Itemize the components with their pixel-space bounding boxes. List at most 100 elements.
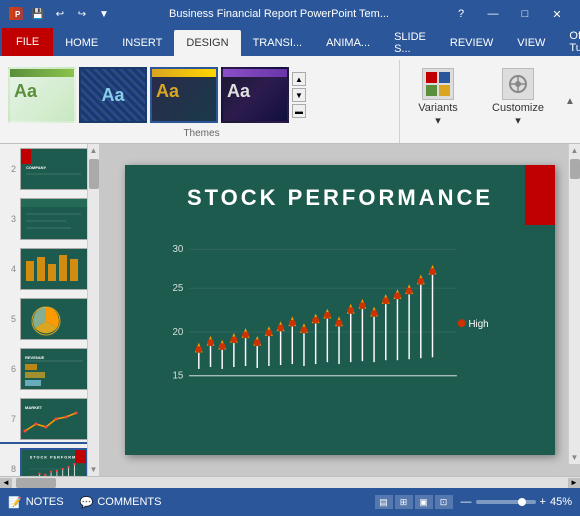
canvas-scroll-up[interactable]: ▲ (569, 144, 580, 157)
theme-3-selected[interactable]: Aa (150, 67, 218, 123)
hscroll-right[interactable]: ► (568, 478, 580, 488)
slide-item-4[interactable]: 4 (0, 244, 87, 294)
themes-row: Aa Aa Aa Aa ▲ ▼ ▬ (8, 62, 395, 128)
variants-label: Variants (418, 102, 458, 114)
slide-panel-inner: 2 COMPANY 3 (0, 144, 99, 476)
svg-text:15: 15 (173, 371, 184, 382)
undo-icon[interactable]: ↩ (52, 6, 68, 22)
help-button[interactable]: ? (446, 0, 476, 28)
title-bar: P 💾 ↩ ↪ ▼ Business Financial Report Powe… (0, 0, 580, 28)
slide-list: 2 COMPANY 3 (0, 144, 87, 476)
slide-thumb-2[interactable]: COMPANY (20, 148, 87, 190)
notes-icon: 📝 (8, 496, 22, 509)
title-bar-left: P 💾 ↩ ↪ ▼ (8, 6, 112, 22)
zoom-level: 45% (550, 496, 572, 508)
comments-icon: 💬 (80, 496, 94, 509)
status-bar: 📝 NOTES 💬 COMMENTS ▤ ⊞ ▣ ⊡ — + 45% (0, 488, 580, 516)
view-normal[interactable]: ▤ (375, 495, 393, 509)
comments-button[interactable]: 💬 COMMENTS (80, 496, 162, 509)
notes-label: NOTES (26, 496, 64, 508)
tab-home[interactable]: HOME (53, 30, 110, 56)
tab-office[interactable]: Office Tut... (557, 29, 580, 55)
zoom-slider-thumb (518, 498, 526, 506)
zoom-plus[interactable]: + (540, 496, 546, 508)
tab-transi[interactable]: TRANSI... (241, 30, 315, 56)
svg-text:P: P (15, 10, 21, 19)
variants-button[interactable]: Variants ▾ (408, 64, 468, 131)
slide-thumb-6[interactable]: REVENUE (20, 348, 87, 390)
status-right: ▤ ⊞ ▣ ⊡ — + 45% (375, 495, 572, 509)
horizontal-scrollbar[interactable]: ◄ ► (0, 476, 580, 488)
slide-item-8[interactable]: 8 STOCK PERFORMANCE (0, 444, 87, 476)
tab-insert[interactable]: INSERT (110, 30, 174, 56)
tab-review[interactable]: REVIEW (438, 30, 505, 56)
variants-icon (422, 68, 454, 100)
customize-button[interactable]: Customize ▾ (484, 64, 552, 131)
svg-text:30: 30 (173, 244, 184, 255)
slide-thumb-8[interactable]: STOCK PERFORMANCE (20, 448, 87, 476)
svg-text:COMPANY: COMPANY (26, 165, 46, 170)
notes-button[interactable]: 📝 NOTES (8, 496, 64, 509)
slide-panel: 2 COMPANY 3 (0, 144, 100, 476)
theme-scroll: ▲ ▼ ▬ (292, 72, 306, 118)
powerpoint-icon: P (8, 6, 24, 22)
theme-scroll-more[interactable]: ▬ (292, 104, 306, 118)
customize-icon[interactable]: ▼ (96, 6, 112, 22)
theme-scroll-down[interactable]: ▼ (292, 88, 306, 102)
variants-group: Variants ▾ (400, 60, 476, 143)
view-slideshow[interactable]: ⊡ (435, 495, 453, 509)
svg-text:REVENUE: REVENUE (25, 355, 45, 360)
close-button[interactable]: ✕ (542, 0, 572, 28)
canvas-scroll-down[interactable]: ▼ (569, 451, 580, 464)
theme-scroll-up[interactable]: ▲ (292, 72, 306, 86)
slide-thumb-4[interactable] (20, 248, 87, 290)
svg-text:High: High (469, 319, 489, 330)
slide-item-5[interactable]: 5 (0, 294, 87, 344)
theme-1[interactable]: Aa (8, 67, 76, 123)
tab-design[interactable]: DESIGN (174, 30, 240, 56)
slide-thumb-7[interactable]: MARKET (20, 398, 87, 440)
tab-file[interactable]: FILE (2, 28, 53, 56)
canvas-area: ▲ ▼ STOCK PERFORMANCE 30 25 20 15 (100, 144, 580, 476)
hscroll-left[interactable]: ◄ (0, 478, 12, 488)
slide-item-6[interactable]: 6 REVENUE (0, 344, 87, 394)
slide-thumb-5[interactable] (20, 298, 87, 340)
ribbon-tabs: FILE HOME INSERT DESIGN TRANSI... ANIMA.… (0, 28, 580, 56)
scrollbar-thumb[interactable] (89, 159, 99, 189)
zoom-minus[interactable]: — (461, 496, 472, 508)
slide-item-2[interactable]: 2 COMPANY (0, 144, 87, 194)
theme-2[interactable]: Aa (79, 67, 147, 123)
ribbon-collapse-button[interactable]: ▲ (560, 60, 580, 143)
save-icon[interactable]: 💾 (30, 6, 46, 22)
slide-item-3[interactable]: 3 (0, 194, 87, 244)
canvas-scroll-thumb[interactable] (570, 159, 580, 179)
slide-item-7[interactable]: 7 MARKET (0, 394, 87, 444)
slide-thumb-3[interactable] (20, 198, 87, 240)
slide-canvas: STOCK PERFORMANCE 30 25 20 15 (125, 165, 555, 455)
minimize-button[interactable]: — (478, 0, 508, 28)
view-grid[interactable]: ⊞ (395, 495, 413, 509)
view-reading[interactable]: ▣ (415, 495, 433, 509)
scrollbar-down[interactable]: ▼ (88, 463, 99, 476)
slide-title: STOCK PERFORMANCE (125, 165, 555, 211)
scrollbar-up[interactable]: ▲ (88, 144, 99, 157)
tab-view[interactable]: VIEW (505, 30, 557, 56)
redo-icon[interactable]: ↪ (74, 6, 90, 22)
view-buttons: ▤ ⊞ ▣ ⊡ (375, 495, 453, 509)
slide-chart: 30 25 20 15 (155, 235, 525, 425)
svg-text:MARKET: MARKET (25, 405, 43, 410)
tab-slides[interactable]: SLIDE S... (382, 30, 438, 56)
canvas-scrollbar-v[interactable]: ▲ ▼ (568, 144, 580, 464)
slide-panel-scrollbar[interactable]: ▲ ▼ (87, 144, 99, 476)
customize-group: Customize ▾ (476, 60, 560, 143)
theme-4[interactable]: Aa (221, 67, 289, 123)
hscroll-thumb[interactable] (16, 478, 56, 488)
variants-arrow: ▾ (435, 114, 441, 127)
comments-label: COMMENTS (97, 496, 161, 508)
maximize-button[interactable]: □ (510, 0, 540, 28)
window-title: Business Financial Report PowerPoint Tem… (112, 8, 446, 20)
themes-group: Aa Aa Aa Aa ▲ ▼ ▬ (4, 60, 400, 143)
zoom-slider[interactable] (476, 500, 536, 504)
svg-text:20: 20 (173, 327, 184, 338)
tab-anima[interactable]: ANIMA... (314, 30, 382, 56)
